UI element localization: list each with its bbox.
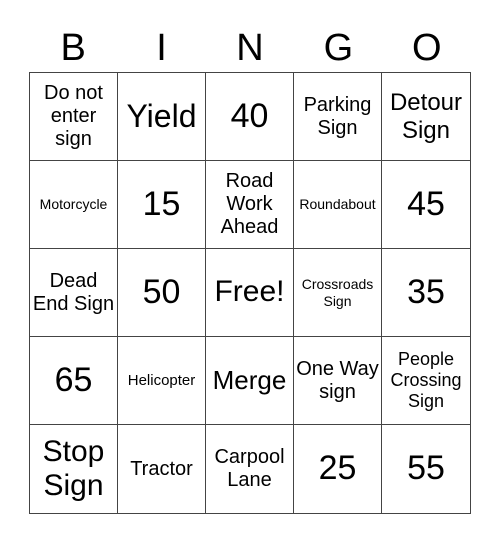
header-letter-b: B bbox=[60, 27, 86, 69]
bingo-cell: Detour Sign bbox=[382, 73, 470, 161]
bingo-cell: 65 bbox=[30, 337, 118, 425]
bingo-cell: 40 bbox=[206, 73, 294, 161]
bingo-cell: Helicopter bbox=[118, 337, 206, 425]
bingo-cell: 45 bbox=[382, 161, 470, 249]
bingo-cell: Motorcycle bbox=[30, 161, 118, 249]
bingo-cell: 35 bbox=[382, 249, 470, 337]
bingo-cell: Yield bbox=[118, 73, 206, 161]
bingo-cell: Tractor bbox=[118, 425, 206, 513]
bingo-cell: Do not enter sign bbox=[30, 73, 118, 161]
bingo-cell: Roundabout bbox=[294, 161, 382, 249]
bingo-grid: Do not enter sign Yield 40 Parking Sign Deto… bbox=[29, 72, 471, 514]
bingo-cell: Merge bbox=[206, 337, 294, 425]
bingo-cell: 25 bbox=[294, 425, 382, 513]
bingo-cell: Crossroads Sign bbox=[294, 249, 382, 337]
bingo-cell: Road Work Ahead bbox=[206, 161, 294, 249]
header-letter-o: O bbox=[411, 27, 442, 69]
bingo-cell: 50 bbox=[118, 249, 206, 337]
bingo-cell: Parking Sign bbox=[294, 73, 382, 161]
bingo-cell: One Way sign bbox=[294, 337, 382, 425]
bingo-cell: Free! bbox=[206, 249, 294, 337]
header-letter-i: I bbox=[156, 27, 167, 69]
header-letter-g: G bbox=[323, 27, 354, 69]
bingo-cell: Stop Sign bbox=[30, 425, 118, 513]
header-letter-n: N bbox=[236, 27, 264, 69]
bingo-cell: Carpool Lane bbox=[206, 425, 294, 513]
bingo-cell: 15 bbox=[118, 161, 206, 249]
bingo-cell: Dead End Sign bbox=[30, 249, 118, 337]
bingo-cell: People Crossing Sign bbox=[382, 337, 470, 425]
bingo-header: B I N G O bbox=[29, 24, 471, 72]
bingo-cell: 55 bbox=[407, 449, 445, 488]
